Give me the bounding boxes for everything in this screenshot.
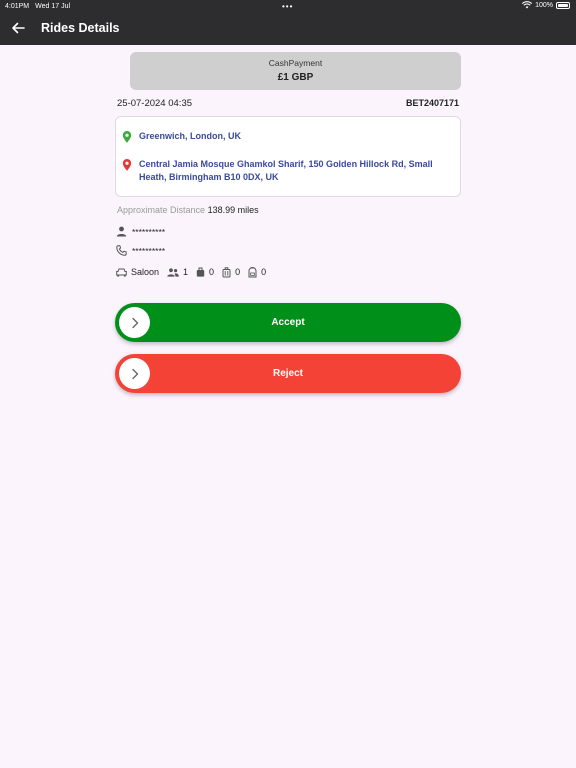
car-icon bbox=[116, 268, 127, 277]
distance-value: 138.99 miles bbox=[207, 205, 259, 215]
accept-slider-button[interactable]: Accept bbox=[115, 303, 461, 342]
vehicle-info-row: Saloon 1 0 0 0 bbox=[116, 266, 274, 278]
suitcase-count: 0 bbox=[222, 266, 241, 278]
app-bar: Rides Details bbox=[0, 12, 576, 45]
dropoff-pin-icon bbox=[122, 159, 132, 171]
hand-luggage-count-value: 0 bbox=[261, 267, 267, 277]
address-card: Greenwich, London, UK Central Jamia Mosq… bbox=[115, 116, 461, 197]
pickup-address: Greenwich, London, UK bbox=[139, 131, 242, 141]
passenger-phone: ********** bbox=[132, 245, 166, 256]
multitask-dots-icon[interactable]: ••• bbox=[282, 2, 293, 11]
luggage-count-value: 0 bbox=[209, 267, 215, 277]
passenger-name: ********** bbox=[132, 226, 166, 237]
vehicle-type-label: Saloon bbox=[131, 267, 160, 277]
vehicle-type: Saloon bbox=[116, 267, 159, 277]
backpack-icon bbox=[248, 266, 257, 277]
battery-icon bbox=[556, 1, 570, 9]
distance-label: Approximate Distance bbox=[117, 205, 206, 215]
status-date: Wed 17 Jul bbox=[35, 2, 71, 10]
person-icon bbox=[116, 226, 127, 237]
suitcase-count-value: 0 bbox=[235, 267, 241, 277]
ride-datetime: 25-07-2024 04:35 bbox=[117, 98, 193, 109]
hand-luggage-count: 0 bbox=[248, 266, 267, 278]
distance-row: Approximate Distance 138.99 miles bbox=[117, 205, 259, 215]
reject-label: Reject bbox=[272, 368, 303, 379]
status-time: 4:01PM bbox=[5, 2, 30, 10]
people-icon bbox=[167, 267, 179, 277]
payment-card: CashPayment £1 GBP bbox=[130, 52, 461, 90]
dropoff-address: Central Jamia Mosque Ghamkol Sharif, 150… bbox=[139, 159, 433, 182]
booking-reference: BET2407171 bbox=[405, 98, 459, 108]
bag-icon bbox=[196, 267, 205, 277]
passenger-count-value: 1 bbox=[183, 267, 189, 277]
pickup-pin-icon bbox=[122, 131, 132, 143]
accept-label: Accept bbox=[271, 317, 305, 328]
passenger-phone-row: ********** bbox=[116, 245, 165, 256]
battery-percent: 100% bbox=[535, 1, 553, 9]
reject-slider-button[interactable]: Reject bbox=[115, 354, 461, 393]
payment-amount: £1 GBP bbox=[277, 72, 314, 83]
luggage-count: 0 bbox=[196, 267, 214, 277]
wifi-icon bbox=[522, 1, 533, 9]
page-title: Rides Details bbox=[41, 21, 120, 35]
passenger-name-row: ********** bbox=[116, 226, 165, 237]
passenger-count: 1 bbox=[167, 267, 188, 277]
arrow-left-icon[interactable] bbox=[9, 19, 27, 37]
suitcase-icon bbox=[222, 266, 231, 277]
status-bar: 4:01PM Wed 17 Jul ••• 100% bbox=[0, 0, 576, 12]
payment-type: CashPayment bbox=[268, 58, 323, 68]
phone-icon bbox=[116, 245, 127, 256]
